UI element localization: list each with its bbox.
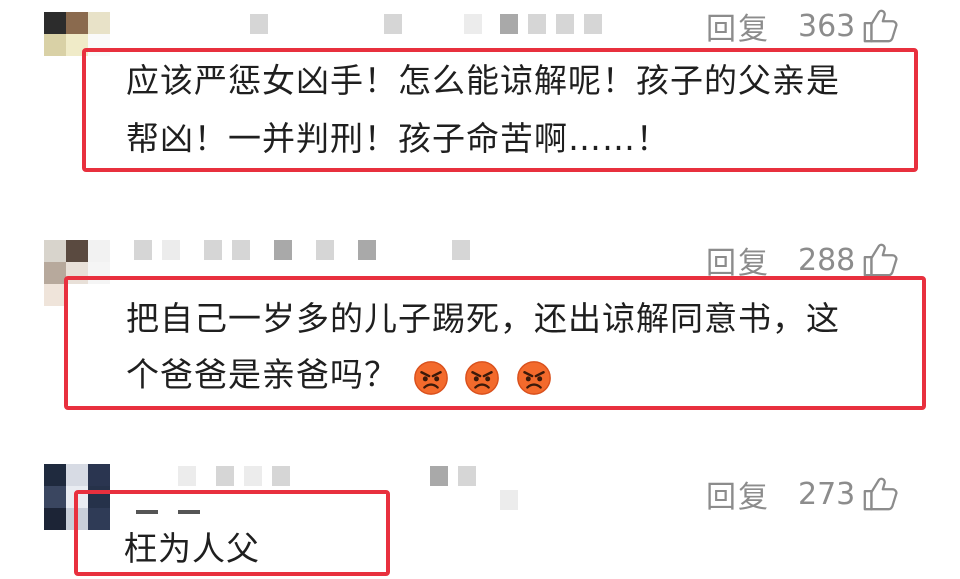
like-count: 363 — [798, 8, 856, 44]
username-blurred — [430, 466, 476, 486]
comment-actions: 回复 273 — [706, 472, 936, 516]
comment-text-line: 个爸爸是亲爸吗？ — [126, 346, 553, 404]
like-count: 273 — [798, 476, 856, 512]
username-blurred — [250, 14, 268, 34]
comment-item: 回复 363 应该严惩女凶手！怎么能谅解呢！孩子的父亲是 帮凶！一并判刑！孩子命… — [0, 0, 960, 200]
comment-text-line: 帮凶！一并判刑！孩子命苦啊……！ — [126, 119, 670, 158]
username-blurred — [500, 490, 518, 510]
username-blurred — [178, 466, 290, 486]
comment-text-line: 把自己一岁多的儿子踢死，还出谅解同意书，这 — [126, 299, 840, 338]
blurred-mark — [178, 510, 200, 514]
comment-text: 个爸爸是亲爸吗？ — [126, 355, 398, 394]
angry-emoji — [465, 360, 499, 395]
comment-actions: 回复 363 — [706, 4, 936, 48]
username-blurred — [452, 240, 470, 260]
reply-button[interactable]: 回复 — [706, 4, 770, 48]
thumbs-up-icon[interactable] — [861, 6, 899, 46]
angry-emoji — [413, 360, 448, 395]
comment-text-line: 枉为人父 — [124, 529, 260, 568]
comment-item: 回复 288 把自己一岁多的儿子踢死，还出谅解同意书，这 个爸爸是亲爸吗？ — [0, 228, 960, 418]
username-blurred — [384, 14, 602, 34]
username-blurred — [134, 240, 376, 260]
like-count: 288 — [798, 242, 856, 278]
blurred-mark — [136, 510, 158, 514]
thumbs-up-icon[interactable] — [861, 474, 899, 514]
thumbs-up-icon[interactable] — [861, 240, 899, 280]
comment-item: 回复 273 枉为人父 — [0, 456, 960, 579]
angry-emoji — [516, 360, 551, 395]
comment-text-line: 应该严惩女凶手！怎么能谅解呢！孩子的父亲是 — [126, 61, 840, 100]
reply-button[interactable]: 回复 — [706, 472, 770, 516]
